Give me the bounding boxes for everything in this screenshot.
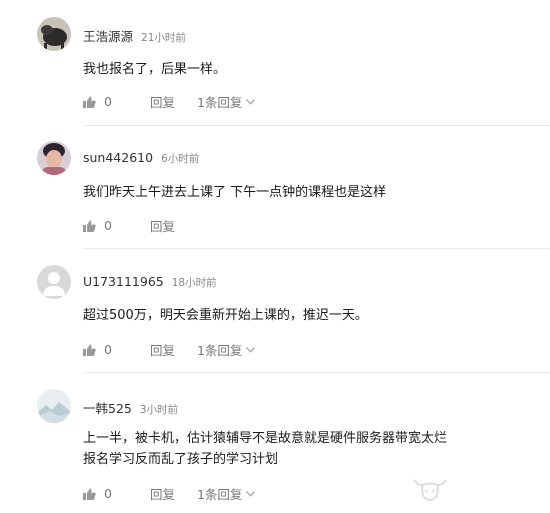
avatar[interactable]: [37, 141, 71, 175]
comment-text: 我们昨天上午进去上课了 下午一点钟的课程也是这样: [83, 182, 386, 203]
thumbs-up-icon: [83, 220, 96, 232]
thumbs-up-icon: [83, 488, 96, 500]
comment-text: 上一半，被卡机，估计猿辅导不是故意就是硬件服务器带宽太烂 报名学习反而乱了孩子的…: [83, 428, 447, 470]
reply-button[interactable]: 回复: [150, 216, 175, 235]
comment-actions: 0 回复 1条回复: [83, 92, 256, 111]
thumbs-up-icon: [83, 96, 96, 108]
comment-actions: 0 回复 1条回复: [83, 340, 256, 359]
like-button[interactable]: 0: [83, 94, 112, 109]
avatar[interactable]: [37, 17, 71, 51]
comment-time: 3小时前: [139, 404, 179, 416]
comment-text-line: 上一半，被卡机，估计猿辅导不是故意就是硬件服务器带宽太烂: [83, 431, 448, 446]
bull-watermark-icon: [413, 479, 447, 501]
reply-button[interactable]: 回复: [150, 484, 175, 503]
replies-count-label: 1条回复: [196, 487, 243, 502]
default-user-avatar-icon[interactable]: [37, 265, 71, 299]
like-button[interactable]: 0: [83, 342, 112, 357]
replies-count-label: 1条回复: [196, 343, 243, 358]
like-count: 0: [104, 94, 112, 109]
comment-text-line: 我们昨天上午进去上课了 下午一点钟的课程也是这样: [83, 185, 387, 200]
chevron-down-icon: [246, 490, 256, 497]
comment-actions: 0 回复: [83, 216, 175, 235]
comment-username-row: U173111965 18小时前: [83, 274, 217, 290]
replies-toggle[interactable]: 1条回复: [196, 340, 256, 359]
username[interactable]: sun442610: [83, 150, 153, 165]
like-count: 0: [104, 486, 112, 501]
comment-username-row: sun442610 6小时前: [83, 150, 199, 166]
like-count: 0: [104, 342, 112, 357]
replies-toggle[interactable]: 1条回复: [196, 484, 256, 503]
comment-time: 21小时前: [141, 32, 186, 44]
reply-button[interactable]: 回复: [150, 340, 175, 359]
comment-text-line: 报名学习反而乱了孩子的学习计划: [83, 452, 279, 467]
avatar[interactable]: [37, 389, 71, 423]
username[interactable]: U173111965: [83, 274, 164, 289]
username[interactable]: 王浩源源: [83, 29, 133, 44]
comment-time: 6小时前: [161, 153, 200, 165]
comment-time: 18小时前: [171, 277, 217, 289]
chevron-down-icon: [246, 98, 256, 105]
reply-button[interactable]: 回复: [150, 92, 175, 111]
divider: [83, 372, 550, 373]
username[interactable]: 一韩525: [83, 401, 132, 416]
comment-text: 我也报名了，后果一样。: [83, 59, 226, 80]
like-button[interactable]: 0: [83, 486, 112, 501]
divider: [83, 248, 550, 249]
like-button[interactable]: 0: [83, 218, 112, 233]
comment-username-row: 王浩源源 21小时前: [83, 26, 186, 45]
comment-text-line: 超过500万，明天会重新开始上课的，推迟一天。: [83, 308, 368, 323]
comment-text: 超过500万，明天会重新开始上课的，推迟一天。: [83, 305, 368, 326]
like-count: 0: [104, 218, 112, 233]
comment-username-row: 一韩525 3小时前: [83, 398, 178, 417]
chevron-down-icon: [246, 346, 256, 353]
divider: [83, 125, 550, 126]
thumbs-up-icon: [83, 344, 96, 356]
replies-count-label: 1条回复: [196, 95, 243, 110]
comment-text-line: 我也报名了，后果一样。: [83, 62, 227, 77]
replies-toggle[interactable]: 1条回复: [196, 92, 256, 111]
comment-actions: 0 回复 1条回复: [83, 484, 256, 503]
